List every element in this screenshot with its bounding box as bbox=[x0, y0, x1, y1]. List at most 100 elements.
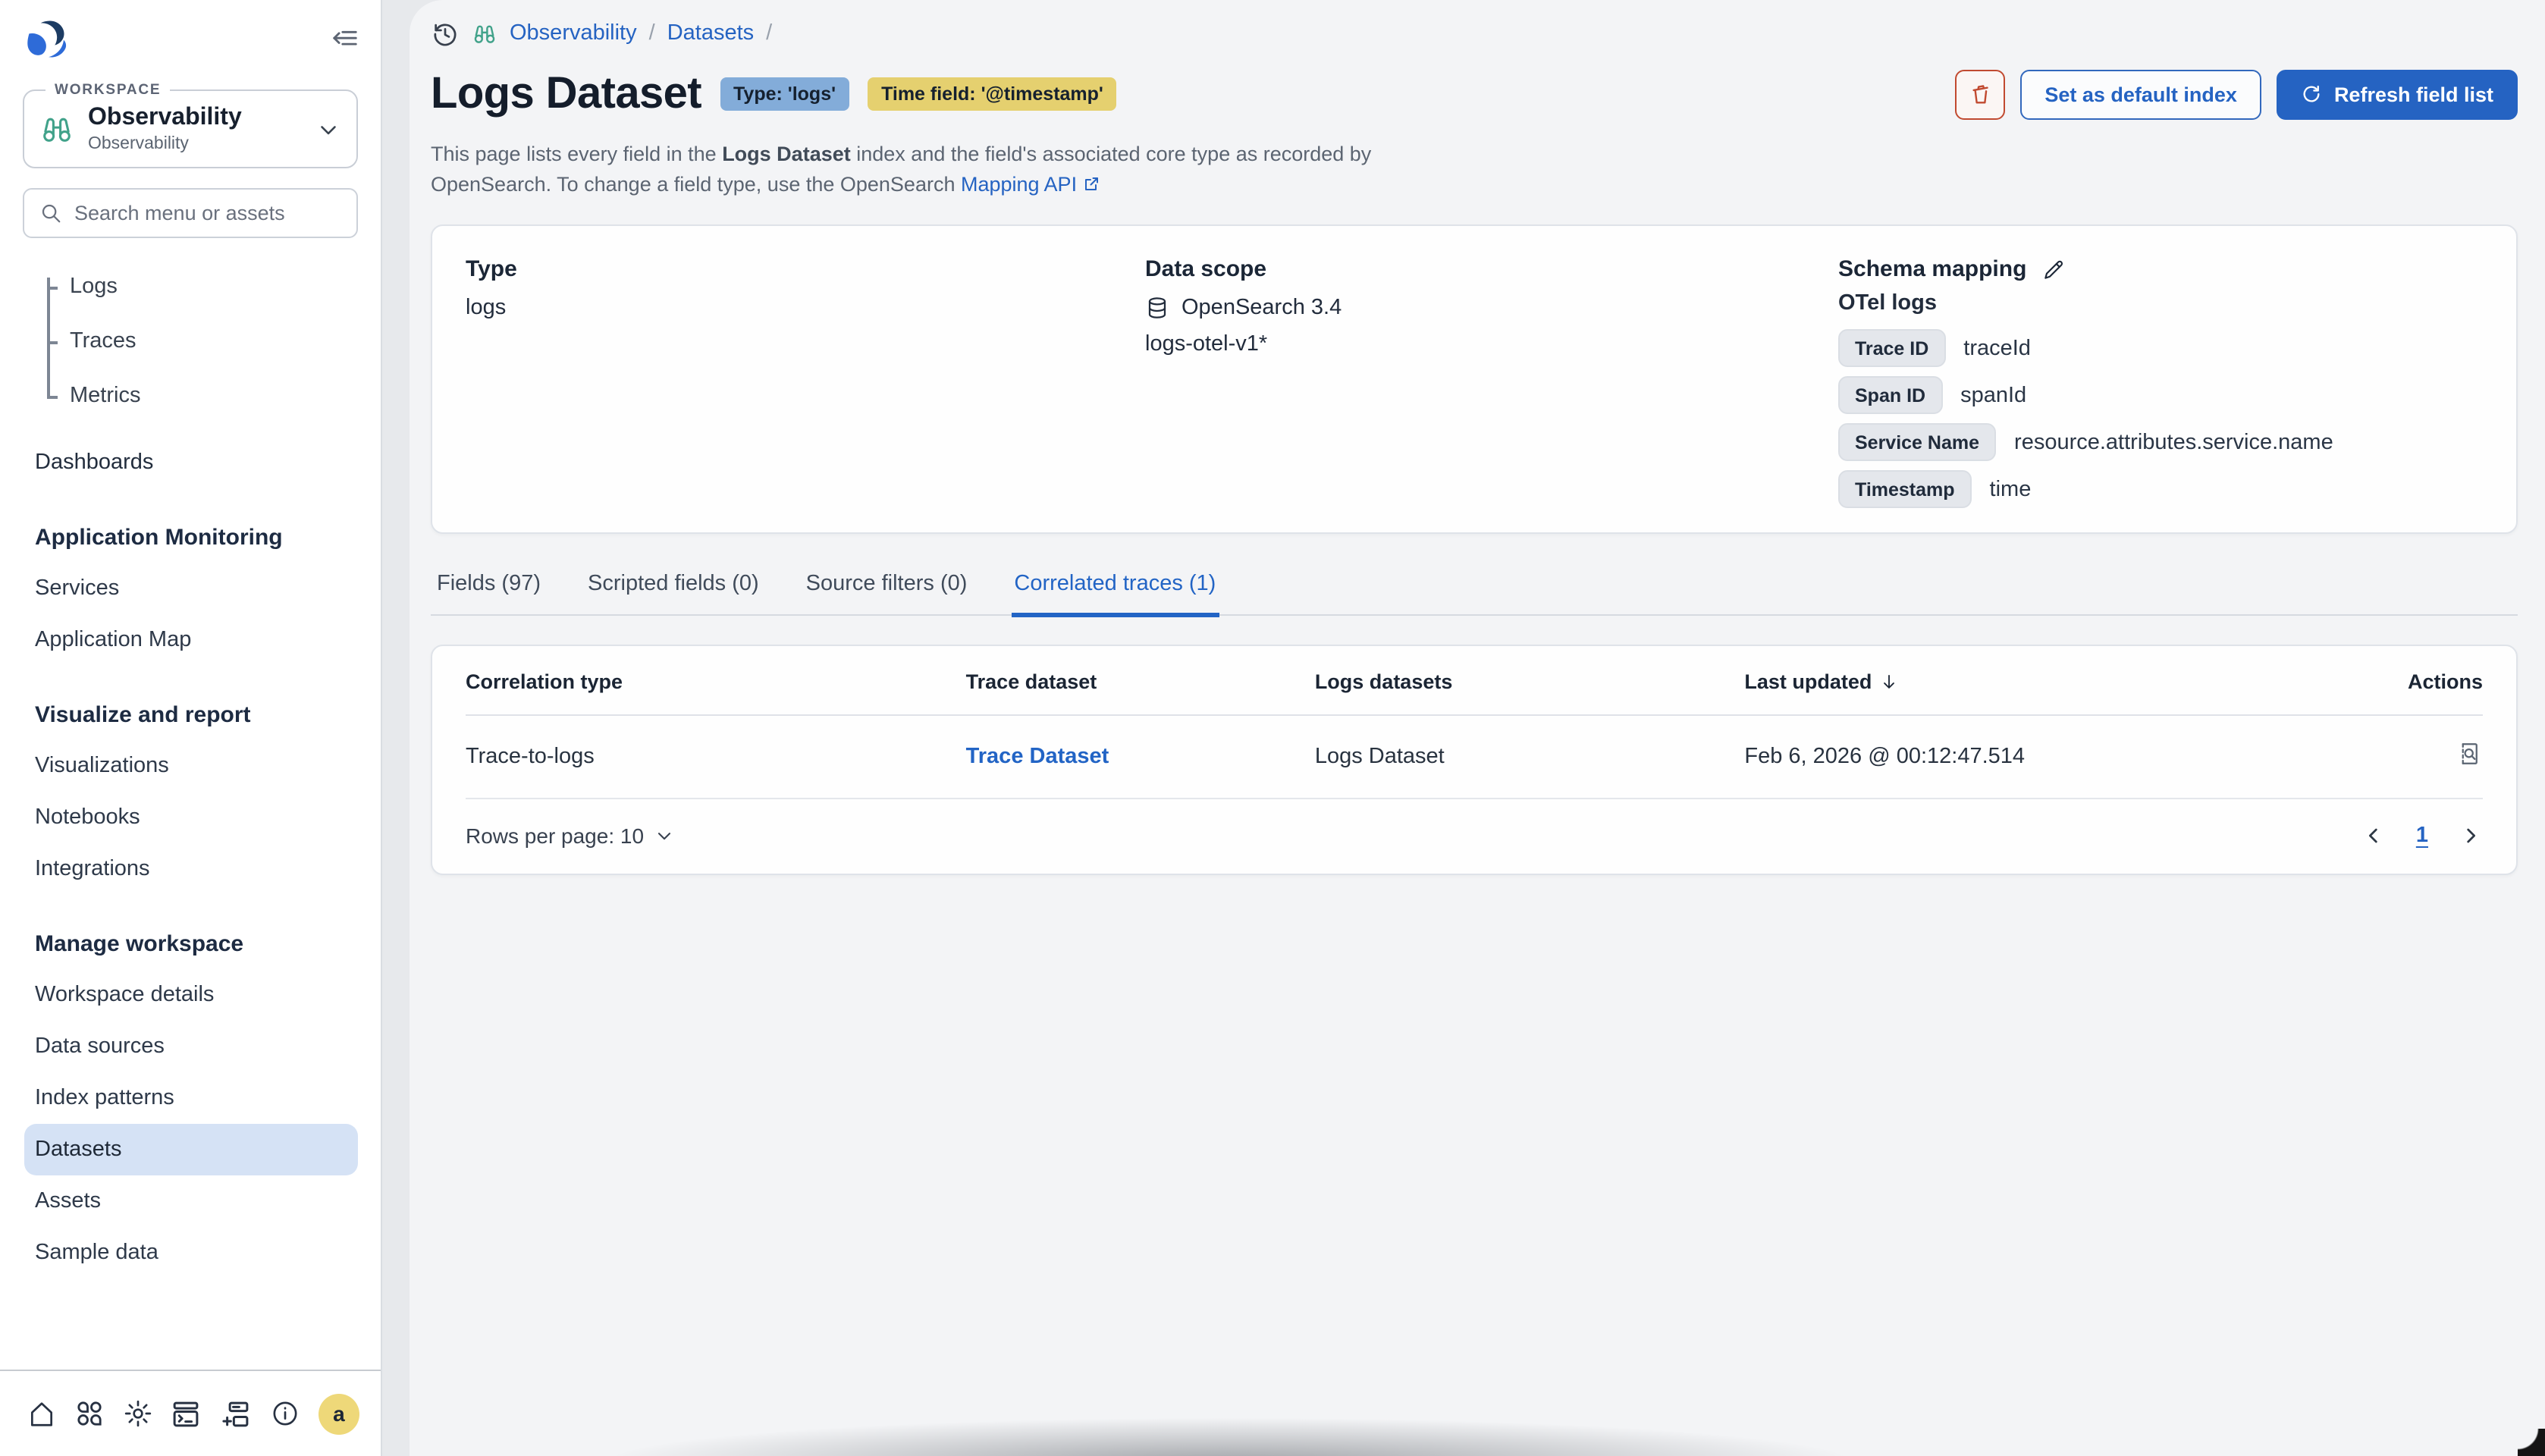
add-data-icon[interactable] bbox=[221, 1398, 253, 1429]
schema-row-timestamp: Timestamp time bbox=[1838, 470, 2483, 508]
mapping-api-link[interactable]: Mapping API bbox=[961, 173, 1077, 196]
sidebar-item-data-sources[interactable]: Data sources bbox=[24, 1021, 358, 1072]
workspace-overline: WORKSPACE bbox=[46, 82, 170, 99]
sidebar-item-services[interactable]: Services bbox=[24, 563, 358, 614]
dataset-tabs: Fields (97) Scripted fields (0) Source f… bbox=[431, 563, 2518, 616]
workspace-selector[interactable]: WORKSPACE Observability Observability bbox=[23, 82, 358, 168]
sidebar-item-datasets[interactable]: Datasets bbox=[24, 1124, 358, 1175]
sidebar-item-visualizations[interactable]: Visualizations bbox=[24, 740, 358, 792]
recent-history-icon[interactable] bbox=[431, 19, 460, 48]
section-manage-workspace: Manage workspace bbox=[24, 918, 358, 969]
settings-gear-icon[interactable] bbox=[122, 1398, 152, 1429]
table-row: Trace-to-logs Trace Dataset Logs Dataset… bbox=[466, 714, 2483, 798]
collapse-menu-icon[interactable] bbox=[331, 24, 359, 53]
data-scope-label: Data scope bbox=[1145, 256, 1838, 282]
rows-per-page-select[interactable]: Rows per page: 10 bbox=[466, 824, 674, 848]
trash-icon bbox=[1968, 82, 1992, 106]
type-label: Type bbox=[466, 256, 1145, 282]
previous-page-button[interactable] bbox=[2361, 824, 2386, 848]
breadcrumb-separator: / bbox=[649, 21, 655, 46]
section-application-monitoring: Application Monitoring bbox=[24, 511, 358, 563]
sidebar-footer: a bbox=[0, 1370, 381, 1456]
schema-mapping-label: Schema mapping bbox=[1838, 256, 2026, 282]
search-input[interactable] bbox=[74, 202, 343, 224]
correlated-traces-card: Correlation type Trace dataset Logs data… bbox=[431, 645, 2518, 874]
tab-correlated-traces[interactable]: Correlated traces (1) bbox=[1011, 563, 1219, 617]
schema-row-span-id: Span ID spanId bbox=[1838, 376, 2483, 414]
database-icon bbox=[1145, 296, 1169, 320]
main-panel: Observability / Datasets / Logs Dataset … bbox=[410, 0, 2545, 1456]
column-actions: Actions bbox=[2289, 649, 2483, 714]
cell-logs-datasets: Logs Dataset bbox=[1315, 714, 1745, 798]
correlations-table: Correlation type Trace dataset Logs data… bbox=[466, 649, 2483, 799]
tab-fields[interactable]: Fields (97) bbox=[434, 563, 544, 617]
column-correlation-type: Correlation type bbox=[466, 649, 966, 714]
external-link-icon bbox=[1083, 174, 1101, 193]
refresh-field-list-label: Refresh field list bbox=[2334, 83, 2493, 105]
description-dataset-name: Logs Dataset bbox=[722, 143, 851, 165]
schema-value: time bbox=[1990, 477, 2032, 501]
dataset-overview-card: Type logs Data scope OpenSearch 3.4 logs… bbox=[431, 224, 2518, 534]
page-header: Logs Dataset Type: 'logs' Time field: '@… bbox=[431, 61, 2518, 127]
dev-tools-icon[interactable] bbox=[171, 1398, 202, 1429]
sidebar-item-logs[interactable]: Logs bbox=[47, 259, 358, 314]
schema-value: spanId bbox=[1960, 383, 2026, 407]
column-trace-dataset: Trace dataset bbox=[966, 649, 1315, 714]
inspect-icon[interactable] bbox=[2456, 739, 2483, 767]
sidebar-item-metrics[interactable]: Metrics bbox=[47, 369, 358, 423]
schema-badge: Trace ID bbox=[1838, 329, 1945, 367]
sidebar-search[interactable] bbox=[23, 188, 358, 238]
set-default-index-button[interactable]: Set as default index bbox=[2020, 69, 2261, 119]
edit-pencil-icon[interactable] bbox=[2041, 257, 2066, 281]
apps-icon[interactable] bbox=[74, 1398, 105, 1429]
search-icon bbox=[39, 202, 62, 224]
tab-source-filters[interactable]: Source filters (0) bbox=[803, 563, 971, 617]
breadcrumb: Observability / Datasets / bbox=[431, 15, 2518, 52]
sidebar-item-dashboards[interactable]: Dashboards bbox=[24, 437, 358, 488]
sidebar-item-assets[interactable]: Assets bbox=[24, 1175, 358, 1227]
sort-descending-icon bbox=[1879, 672, 1899, 692]
trace-dataset-link[interactable]: Trace Dataset bbox=[966, 744, 1109, 768]
home-icon[interactable] bbox=[27, 1399, 56, 1428]
sidebar-item-integrations[interactable]: Integrations bbox=[24, 843, 358, 895]
sidebar-item-workspace-details[interactable]: Workspace details bbox=[24, 969, 358, 1021]
schema-badge: Service Name bbox=[1838, 423, 1996, 461]
sidebar-item-application-map[interactable]: Application Map bbox=[24, 614, 358, 666]
chevron-down-icon bbox=[315, 116, 341, 142]
breadcrumb-separator: / bbox=[766, 21, 772, 46]
tab-scripted-fields[interactable]: Scripted fields (0) bbox=[585, 563, 762, 617]
schema-value: traceId bbox=[1963, 336, 2031, 360]
next-page-button[interactable] bbox=[2459, 824, 2483, 848]
sidebar: WORKSPACE Observability Observability bbox=[0, 0, 382, 1456]
sidebar-item-index-patterns[interactable]: Index patterns bbox=[24, 1072, 358, 1124]
binoculars-icon bbox=[472, 20, 497, 46]
data-scope-index-pattern: logs-otel-v1* bbox=[1145, 332, 1838, 356]
section-visualize-and-report: Visualize and report bbox=[24, 689, 358, 740]
column-last-updated[interactable]: Last updated bbox=[1744, 670, 1899, 693]
data-scope-source: OpenSearch 3.4 bbox=[1181, 296, 1342, 320]
type-badge: Type: 'logs' bbox=[720, 77, 849, 111]
time-field-badge: Time field: '@timestamp' bbox=[868, 77, 1117, 111]
chevron-down-icon bbox=[653, 825, 674, 846]
sidebar-item-notebooks[interactable]: Notebooks bbox=[24, 792, 358, 843]
sidebar-item-sample-data[interactable]: Sample data bbox=[24, 1227, 358, 1279]
app-root: WORKSPACE Observability Observability bbox=[0, 0, 2545, 1456]
workspace-subtitle: Observability bbox=[88, 135, 302, 153]
schema-badge: Timestamp bbox=[1838, 470, 1972, 508]
opensearch-logo[interactable] bbox=[24, 18, 67, 61]
refresh-field-list-button[interactable]: Refresh field list bbox=[2277, 69, 2518, 119]
sidebar-nav: Logs Traces Metrics Dashboards Applicati… bbox=[0, 238, 381, 1370]
schema-value: resource.attributes.service.name bbox=[2014, 430, 2333, 454]
info-icon[interactable] bbox=[270, 1398, 300, 1429]
page-number[interactable]: 1 bbox=[2416, 824, 2428, 848]
delete-dataset-button[interactable] bbox=[1955, 69, 2005, 119]
avatar[interactable]: a bbox=[319, 1393, 359, 1434]
sidebar-item-traces[interactable]: Traces bbox=[47, 314, 358, 369]
workspace-title: Observability bbox=[88, 105, 302, 132]
breadcrumb-datasets[interactable]: Datasets bbox=[667, 21, 754, 46]
table-pagination: Rows per page: 10 1 bbox=[466, 799, 2483, 873]
binoculars-icon bbox=[39, 111, 74, 146]
breadcrumb-observability[interactable]: Observability bbox=[510, 21, 637, 46]
column-logs-datasets: Logs datasets bbox=[1315, 649, 1745, 714]
signals-tree: Logs Traces Metrics bbox=[47, 259, 358, 423]
